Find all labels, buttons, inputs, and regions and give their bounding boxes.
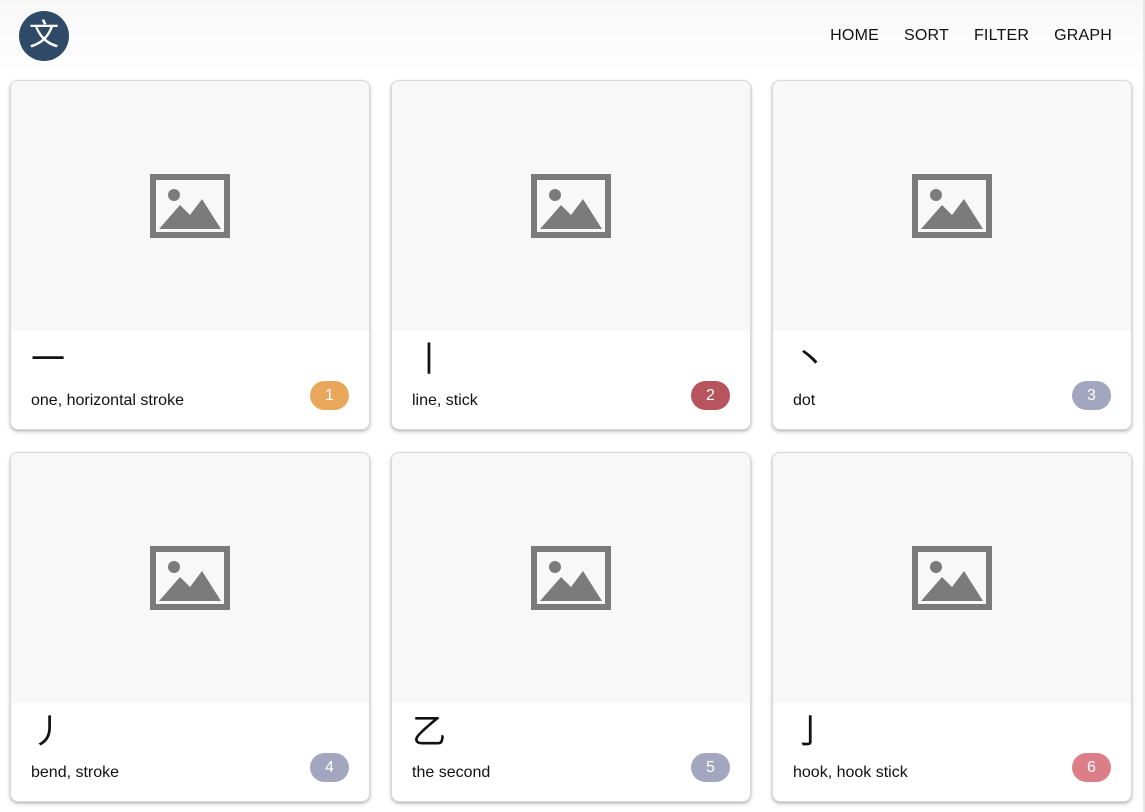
nav-graph[interactable]: GRAPH [1054,27,1112,45]
radical-character: 亅 [793,712,827,752]
image-placeholder-icon [531,174,611,238]
nav-home[interactable]: HOME [830,27,879,45]
radical-meaning: one, horizontal stroke [31,392,184,409]
image-placeholder-icon [150,174,230,238]
card-image [773,453,1131,703]
radical-character: 丶 [793,340,827,380]
radical-meaning: the second [412,764,491,781]
card-image [392,81,750,331]
stroke-count-badge: 4 [310,753,349,782]
radical-meaning: dot [793,392,816,409]
radical-character: 一 [31,340,65,380]
radical-card-2[interactable]: 丨 line, stick 2 [391,80,751,430]
stroke-count-badge: 6 [1072,753,1111,782]
stroke-count-badge: 1 [310,381,349,410]
image-placeholder-icon [531,546,611,610]
radical-card-1[interactable]: 一 one, horizontal stroke 1 [10,80,370,430]
stroke-count-badge: 5 [691,753,730,782]
stroke-count-badge: 3 [1072,381,1111,410]
radical-card-5[interactable]: 乙 the second 5 [391,452,751,802]
card-image [773,81,1131,331]
stroke-count-badge: 2 [691,381,730,410]
radical-card-3[interactable]: 丶 dot 3 [772,80,1132,430]
radical-character: 丨 [412,340,446,380]
main-nav: HOME SORT FILTER GRAPH [830,27,1112,45]
radical-grid: 一 one, horizontal stroke 1 丨 line, stick… [10,80,1132,802]
card-image [392,453,750,703]
radical-meaning: bend, stroke [31,764,120,781]
radical-character: 丿 [31,712,65,752]
image-placeholder-icon [150,546,230,610]
image-placeholder-icon [912,546,992,610]
card-image [11,453,369,703]
card-image [11,81,369,331]
nav-filter[interactable]: FILTER [974,27,1029,45]
radical-card-4[interactable]: 丿 bend, stroke 4 [10,452,370,802]
radical-meaning: hook, hook stick [793,764,908,781]
radical-character: 乙 [412,712,446,752]
app-logo[interactable]: 文 [19,11,69,61]
radical-card-6[interactable]: 亅 hook, hook stick 6 [772,452,1132,802]
nav-sort[interactable]: SORT [904,27,949,45]
image-placeholder-icon [912,174,992,238]
app-header: 文 HOME SORT FILTER GRAPH [0,0,1145,72]
radical-meaning: line, stick [412,392,478,409]
